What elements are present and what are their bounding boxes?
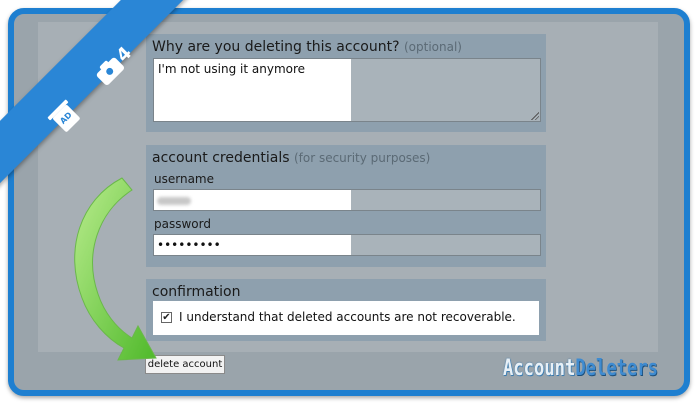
username-field[interactable]	[153, 189, 541, 211]
confirm-checkbox-label[interactable]: I understand that deleted accounts are n…	[179, 310, 516, 324]
credentials-title-text: account credentials	[152, 150, 290, 166]
reason-title: Why are you deleting this account? (opti…	[152, 39, 462, 55]
username-input[interactable]	[154, 190, 351, 210]
brand-part2: Deleters	[575, 356, 658, 381]
credentials-title: account credentials (for security purpos…	[152, 150, 430, 166]
reason-section: Why are you deleting this account? (opti…	[146, 34, 546, 132]
curved-arrow-icon	[74, 177, 157, 361]
credentials-section: account credentials (for security purpos…	[146, 145, 546, 267]
brand-part1: Account	[503, 356, 576, 381]
reason-title-text: Why are you deleting this account?	[152, 39, 400, 55]
reason-title-note: (optional)	[403, 40, 462, 54]
reason-textarea-value[interactable]: I'm not using it anymore	[154, 59, 351, 121]
password-field[interactable]: •••••••••	[153, 234, 541, 256]
confirmation-section: confirmation ✔ I understand that deleted…	[146, 279, 546, 341]
password-input[interactable]: •••••••••	[154, 235, 351, 255]
confirmation-box: ✔ I understand that deleted accounts are…	[153, 301, 539, 335]
reason-textarea[interactable]: I'm not using it anymore	[153, 58, 541, 122]
resize-grip-icon[interactable]	[531, 112, 539, 120]
brand-logo: AccountDeleters	[503, 356, 658, 381]
credentials-title-note: (for security purposes)	[293, 151, 431, 165]
